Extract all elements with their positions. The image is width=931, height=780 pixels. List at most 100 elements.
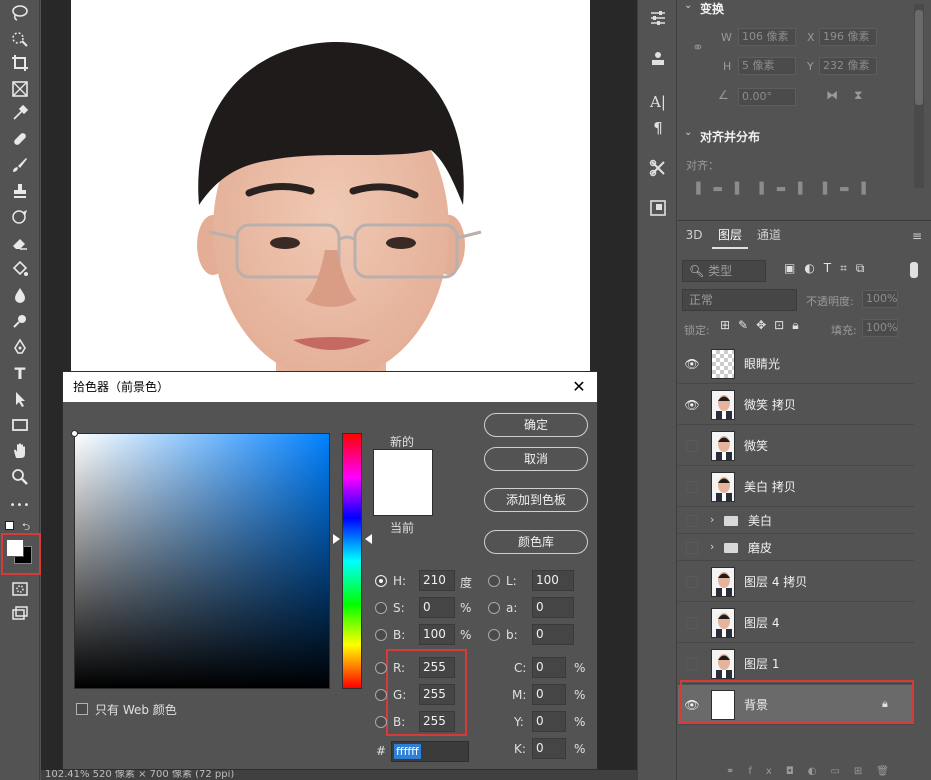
visibility-toggle[interactable]	[686, 481, 698, 493]
magenta-field[interactable]: 0	[532, 684, 566, 705]
default-colors-icon[interactable]	[5, 521, 14, 530]
color-libraries-button[interactable]: 颜色库	[484, 530, 588, 554]
saturation-brightness-field[interactable]	[74, 433, 330, 689]
x-field[interactable]: 196 像素	[819, 28, 877, 46]
layer-group-row[interactable]: › 磨皮	[678, 535, 914, 561]
height-field[interactable]: 5 像素	[738, 57, 796, 75]
link-icon[interactable]: ⚭	[692, 40, 704, 56]
width-field[interactable]: 106 像素	[738, 28, 796, 46]
paint-bucket-tool-icon[interactable]	[8, 258, 32, 280]
blue-radio[interactable]	[375, 716, 387, 728]
black-field[interactable]: 0	[532, 738, 566, 759]
layer-row[interactable]: 图层 4 拷贝	[678, 562, 914, 602]
align-buttons-row[interactable]: ▐▬▌▐▬▌▐▬▌	[692, 182, 882, 195]
libraries-panel-icon[interactable]	[646, 48, 670, 72]
collapse-transform-icon[interactable]: ⌄	[684, 0, 692, 11]
visibility-eye-icon[interactable]: 👁︎	[684, 356, 700, 372]
green-radio[interactable]	[375, 689, 387, 701]
lab-l-radio[interactable]	[488, 575, 500, 587]
layer-actions-row[interactable]: ⚭fx◘◐▭⊞🗑︎	[726, 766, 903, 777]
tab-3d[interactable]: 3D	[678, 221, 710, 249]
filter-toggle-icon[interactable]	[910, 262, 918, 278]
panel-menu-icon[interactable]: ≡	[912, 229, 922, 243]
green-field[interactable]: 255	[419, 684, 455, 705]
visibility-toggle[interactable]	[686, 576, 698, 588]
web-colors-only-checkbox[interactable]	[76, 703, 88, 715]
eraser-tool-icon[interactable]	[8, 232, 32, 254]
brightness-field[interactable]: 100	[419, 624, 455, 645]
tab-channels[interactable]: 通道	[750, 221, 788, 249]
healing-brush-tool-icon[interactable]	[8, 128, 32, 150]
quick-mask-icon[interactable]	[8, 578, 32, 600]
cyan-field[interactable]: 0	[532, 657, 566, 678]
expand-group-icon[interactable]: ›	[710, 540, 714, 553]
eyedropper-tool-icon[interactable]	[8, 102, 32, 124]
brush-tool-icon[interactable]	[8, 154, 32, 176]
saturation-field[interactable]: 0	[419, 597, 455, 618]
collapse-align-icon[interactable]: ⌄	[684, 127, 692, 138]
clone-stamp-tool-icon[interactable]	[8, 180, 32, 202]
visibility-toggle[interactable]	[686, 515, 698, 527]
filter-icons-row[interactable]: ▣◐T⌗⧉	[784, 261, 873, 276]
paragraph-panel-icon[interactable]: ¶	[646, 116, 670, 140]
cancel-button[interactable]: 取消	[484, 447, 588, 471]
lab-a-field[interactable]: 0	[532, 597, 574, 618]
lab-b-field[interactable]: 0	[532, 624, 574, 645]
lasso-tool-icon[interactable]	[8, 2, 32, 24]
history-brush-tool-icon[interactable]	[8, 206, 32, 228]
red-field[interactable]: 255	[419, 657, 455, 678]
brightness-radio[interactable]	[375, 629, 387, 641]
add-to-swatches-button[interactable]: 添加到色板	[484, 488, 588, 512]
tab-layers[interactable]: 图层	[712, 221, 748, 249]
screen-mode-icon[interactable]	[8, 602, 32, 624]
fill-field[interactable]: 100%	[862, 319, 898, 337]
blend-mode-select[interactable]: 正常	[682, 289, 797, 311]
visibility-toggle[interactable]	[686, 658, 698, 670]
properties-scroll-thumb[interactable]	[915, 10, 923, 105]
hue-slider-handle-left[interactable]	[333, 534, 340, 544]
layer-row[interactable]: 图层 1	[678, 644, 914, 684]
foreground-color-swatch[interactable]	[6, 539, 24, 557]
rectangle-tool-icon[interactable]	[8, 414, 32, 436]
hue-slider-handle-right[interactable]	[365, 534, 372, 544]
more-tools-icon[interactable]: •••	[8, 494, 32, 516]
angle-field[interactable]: 0.00°	[738, 88, 796, 106]
layer-row[interactable]: 微笑	[678, 426, 914, 466]
color-cursor[interactable]	[71, 430, 78, 437]
visibility-toggle[interactable]	[686, 440, 698, 452]
hue-field[interactable]: 210	[419, 570, 455, 591]
tool-presets-panel-icon[interactable]	[646, 158, 670, 182]
quick-select-tool-icon[interactable]	[8, 28, 32, 50]
current-color-swatch[interactable]	[373, 482, 433, 516]
visibility-eye-icon[interactable]: 👁︎	[684, 397, 700, 413]
type-tool-icon[interactable]: T	[8, 362, 32, 384]
flip-vertical-icon[interactable]: ⧗	[854, 88, 862, 103]
red-radio[interactable]	[375, 662, 387, 674]
path-select-tool-icon[interactable]	[8, 388, 32, 410]
visibility-toggle[interactable]	[686, 542, 698, 554]
blue-field[interactable]: 255	[419, 711, 455, 732]
opacity-field[interactable]: 100%	[862, 290, 898, 308]
y-field[interactable]: 232 像素	[819, 57, 877, 75]
flip-horizontal-icon[interactable]: ⧓	[826, 88, 838, 102]
zoom-tool-icon[interactable]	[8, 466, 32, 488]
crop-tool-icon[interactable]	[8, 52, 32, 74]
close-icon[interactable]: ✕	[569, 372, 589, 402]
hue-radio[interactable]	[375, 575, 387, 587]
ok-button[interactable]: 确定	[484, 413, 588, 437]
hand-tool-icon[interactable]	[8, 440, 32, 462]
character-panel-icon[interactable]: A|	[646, 90, 670, 114]
hex-field[interactable]: ffffff	[391, 741, 469, 762]
yellow-field[interactable]: 0	[532, 711, 566, 732]
hue-slider[interactable]	[342, 433, 362, 689]
layer-row[interactable]: 👁︎ 微笑 拷贝	[678, 385, 914, 425]
dodge-tool-icon[interactable]	[8, 310, 32, 332]
visibility-toggle[interactable]	[686, 617, 698, 629]
layer-row[interactable]: 图层 4	[678, 603, 914, 643]
lab-a-radio[interactable]	[488, 602, 500, 614]
layer-row[interactable]: 美白 拷贝	[678, 467, 914, 507]
layer-filter-select[interactable]: 🔍︎ 类型	[682, 260, 766, 282]
pen-tool-icon[interactable]	[8, 336, 32, 358]
frame-tool-icon[interactable]	[8, 78, 32, 100]
blur-tool-icon[interactable]	[8, 284, 32, 306]
